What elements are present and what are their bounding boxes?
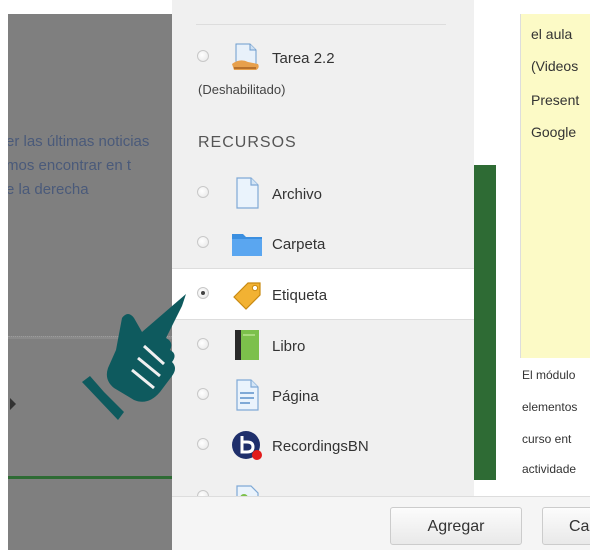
folder-icon <box>230 226 264 260</box>
option-label: RecordingsBN <box>272 438 369 455</box>
option-item-libro[interactable]: Libro <box>172 320 474 370</box>
option-item-carpeta[interactable]: Carpeta <box>172 218 474 268</box>
option-item-partial[interactable] <box>172 472 474 496</box>
page-icon <box>230 378 264 412</box>
help-summary-line: el aula <box>531 26 573 42</box>
option-item-tarea[interactable]: Tarea 2.2 <box>172 32 474 82</box>
course-page-overlay <box>8 14 172 550</box>
help-summary-line: Present <box>531 92 580 108</box>
add-button[interactable]: Agregar <box>390 507 522 545</box>
expand-arrow-icon <box>10 398 16 410</box>
radio-button-selected[interactable] <box>197 287 209 299</box>
tag-icon <box>230 277 264 311</box>
option-label: Libro <box>272 338 306 355</box>
help-summary-line: (Videos <box>531 58 579 74</box>
help-summary-line: Google <box>531 124 577 140</box>
radio-button[interactable] <box>197 186 209 198</box>
option-label: Etiqueta <box>272 287 328 304</box>
option-item-archivo[interactable]: Archivo <box>172 168 474 218</box>
course-page-text-line: er las últimas noticias <box>8 133 150 150</box>
radio-button[interactable] <box>197 50 209 62</box>
course-page-green-line <box>8 476 172 479</box>
radio-button[interactable] <box>197 388 209 400</box>
course-page-text-line: e la derecha <box>8 181 89 198</box>
radio-button[interactable] <box>197 438 209 450</box>
help-text-line: El módulo <box>522 368 576 382</box>
course-page-text: er las últimas noticias mos encontrar en… <box>8 130 172 202</box>
assignment-icon <box>230 40 264 74</box>
chooser-footer: Agregar Ca <box>172 496 590 550</box>
option-label: Carpeta <box>272 236 326 253</box>
cancel-button[interactable]: Ca <box>542 507 590 545</box>
option-item-etiqueta[interactable]: Etiqueta <box>172 268 474 320</box>
course-page-text-line: mos encontrar en t <box>8 157 132 174</box>
url-icon <box>230 480 264 496</box>
option-item-recordingsbn[interactable]: RecordingsBN <box>172 420 474 470</box>
option-item-pagina[interactable]: Página <box>172 370 474 420</box>
help-panel-accent-bar <box>474 165 496 480</box>
help-text-line: elementos <box>522 400 578 414</box>
pointing-hand-icon <box>74 288 194 428</box>
option-label: Página <box>272 388 319 405</box>
help-text-line: actividade <box>522 462 577 476</box>
option-label: Archivo <box>272 186 323 203</box>
divider <box>196 24 446 25</box>
help-panel: el aula (Videos Present Google El módulo… <box>496 0 590 550</box>
chooser-options-list: Tarea 2.2 (Deshabilitado) RECURSOS Archi… <box>172 0 474 496</box>
activity-chooser-screenshot: er las últimas noticias mos encontrar en… <box>0 0 590 550</box>
radio-button[interactable] <box>197 236 209 248</box>
book-icon <box>230 328 264 362</box>
file-icon <box>230 176 264 210</box>
section-heading-resources: RECURSOS <box>198 134 297 151</box>
option-sublabel: (Deshabilitado) <box>198 82 286 97</box>
radio-button[interactable] <box>197 338 209 350</box>
help-text-line: curso ent <box>522 432 572 446</box>
option-label: Tarea 2.2 <box>272 50 335 67</box>
bigbluebutton-icon <box>230 428 264 462</box>
help-summary-box: el aula (Videos Present Google <box>520 14 590 358</box>
